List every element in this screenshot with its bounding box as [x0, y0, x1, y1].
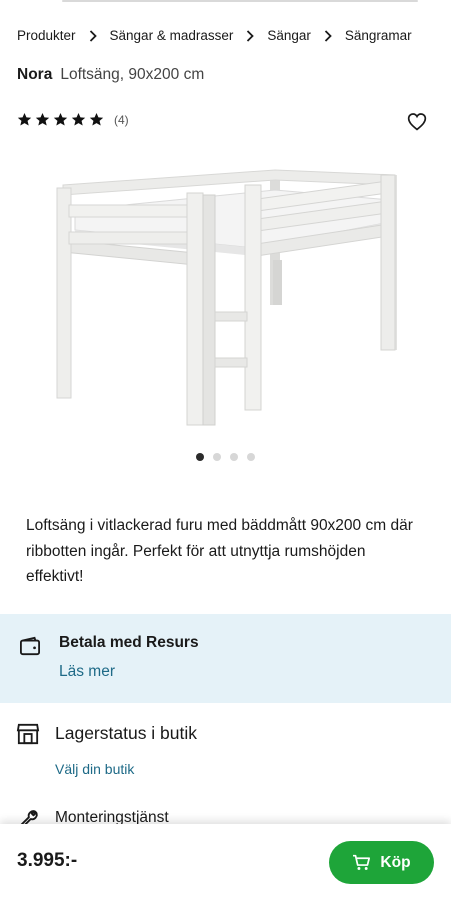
- chevron-right-icon: [233, 29, 267, 42]
- star-icon: [35, 112, 50, 126]
- store-icon: [16, 723, 40, 745]
- payment-info-box: [0, 614, 451, 703]
- product-brand: Nora: [17, 66, 53, 83]
- buy-button[interactable]: Köp: [329, 841, 434, 884]
- product-subtitle: Loftsäng, 90x200 cm: [60, 66, 205, 83]
- star-icon: [17, 112, 32, 126]
- star-icon: [53, 112, 68, 126]
- breadcrumb-item-sangar[interactable]: Sängar: [267, 28, 311, 43]
- breadcrumb-item-sangar-madrasser[interactable]: Sängar & madrasser: [110, 28, 234, 43]
- wallet-icon: [20, 636, 40, 656]
- payment-read-more-link[interactable]: Läs mer: [59, 663, 115, 681]
- choose-store-link[interactable]: Välj din butik: [55, 761, 134, 777]
- carousel-dots: [196, 453, 255, 461]
- carousel-dot-3[interactable]: [230, 453, 238, 461]
- rating[interactable]: (4): [17, 112, 129, 127]
- carousel-dot-1[interactable]: [196, 453, 204, 461]
- stock-status-title: Lagerstatus i butik: [55, 723, 198, 743]
- carousel-dot-2[interactable]: [213, 453, 221, 461]
- rating-stars: [17, 112, 104, 127]
- chevron-right-icon: [311, 29, 345, 42]
- price: 3.995:-: [17, 850, 78, 871]
- page-title: Nora Loftsäng, 90x200 cm: [17, 66, 204, 84]
- cart-icon: [353, 854, 371, 870]
- heart-icon[interactable]: [407, 112, 427, 131]
- breadcrumb-item-sangramar[interactable]: Sängramar: [345, 28, 412, 43]
- top-scroll-edge: [62, 0, 418, 2]
- buy-button-label: Köp: [380, 853, 411, 871]
- product-image[interactable]: [45, 160, 415, 430]
- chevron-right-icon: [76, 29, 110, 42]
- breadcrumb-item-produkter[interactable]: Produkter: [17, 28, 76, 43]
- star-icon: [71, 112, 86, 126]
- product-description: Loftsäng i vitlackerad furu med bäddmått…: [26, 517, 413, 585]
- payment-title: Betala med Resurs: [59, 634, 199, 651]
- rating-count: (4): [114, 112, 129, 127]
- breadcrumb: Produkter Sängar & madrasser Sängar Säng…: [17, 28, 451, 43]
- carousel-dot-4[interactable]: [247, 453, 255, 461]
- star-icon: [89, 112, 104, 126]
